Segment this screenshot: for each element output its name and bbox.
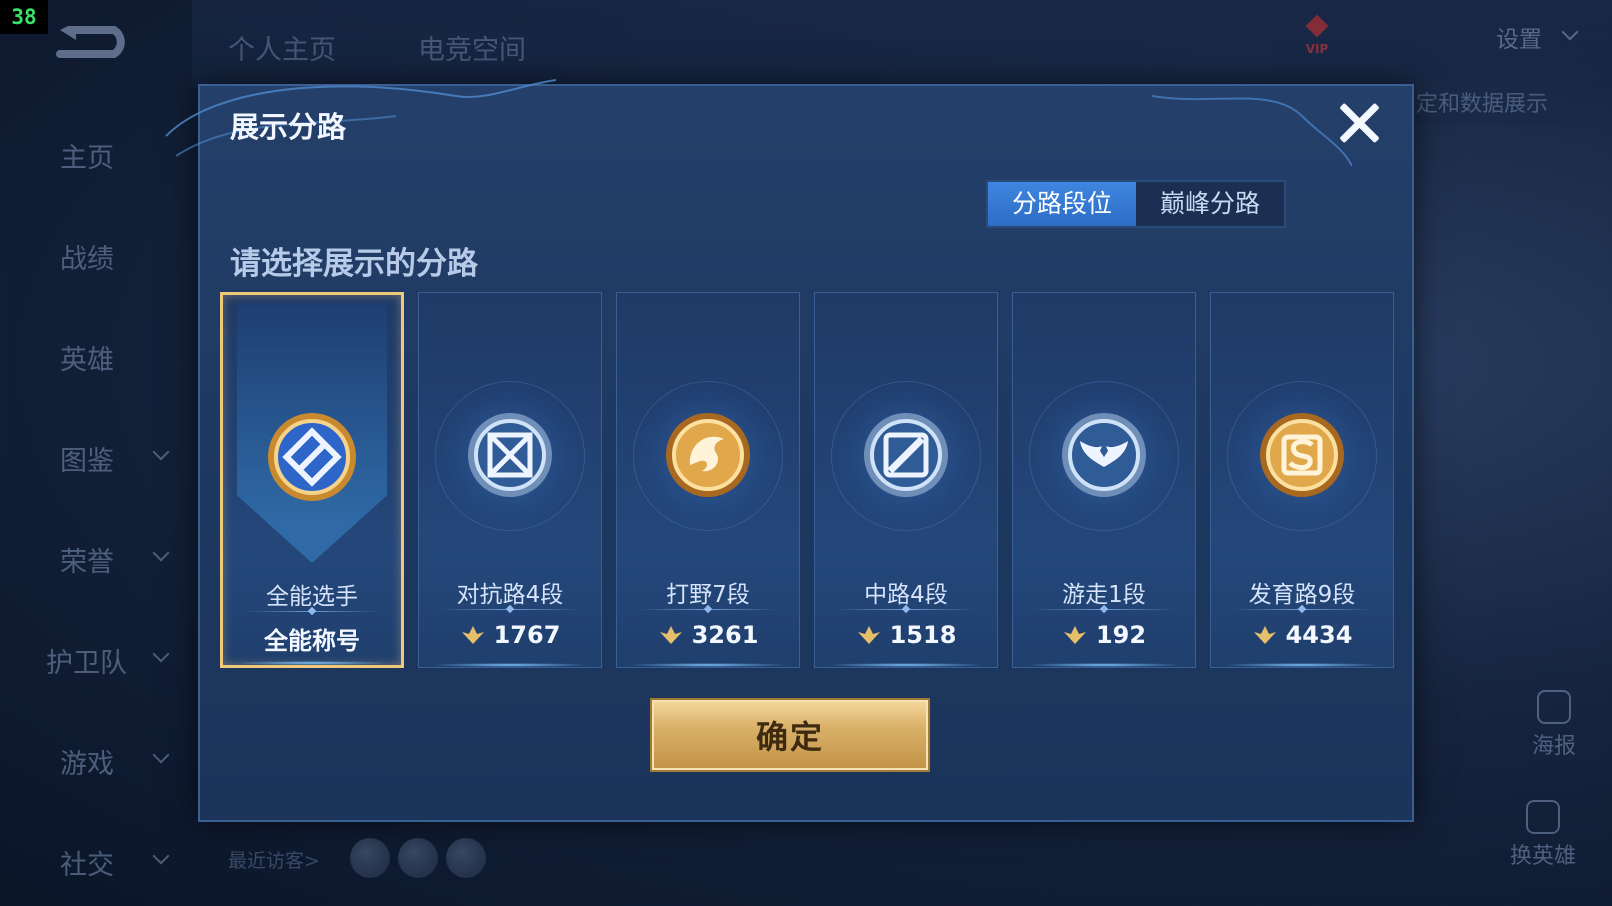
lane-card-list: 全能选手 全能称号 对抗路4段 1767 打野7段 3261 中路4段 1518… (220, 292, 1394, 668)
vip-icon (1305, 14, 1329, 38)
lane-score: 1767 (419, 621, 601, 649)
decorative-swirl (1152, 95, 1352, 167)
poster-icon (1536, 690, 1571, 724)
avatar[interactable] (350, 838, 390, 878)
card-divider (243, 611, 381, 612)
lane-score: 3261 (617, 621, 799, 649)
chevron-down-icon (152, 847, 170, 865)
clash-lane-emblem-icon (468, 413, 552, 497)
roam-emblem-icon (1062, 413, 1146, 497)
change-hero-icon (1525, 800, 1560, 834)
sidebar-item-social[interactable]: 社交 (0, 812, 190, 906)
settings-button[interactable]: 设置 (1496, 20, 1542, 54)
lane-tab-switch: 分路段位 巅峰分路 (986, 180, 1286, 228)
close-icon[interactable] (1336, 100, 1382, 146)
lane-card-all-round[interactable]: 全能选手 全能称号 (220, 292, 404, 668)
jungle-emblem-icon (666, 413, 750, 497)
lane-display-modal: 展示分路 分路段位 巅峰分路 请选择展示的分路 全能选手 全能称号 对抗路4段 … (165, 79, 1414, 822)
peak-points-icon (659, 626, 682, 644)
choose-lane-subtitle: 请选择展示的分路 (230, 246, 478, 282)
lane-score: 1518 (815, 621, 997, 649)
fps-counter: 38 (0, 0, 48, 34)
peak-points-icon (857, 626, 880, 644)
sidebar-item-records[interactable]: 战绩 (0, 206, 190, 307)
lane-card-mid[interactable]: 中路4段 1518 (814, 292, 998, 668)
tab-lane-rank[interactable]: 分路段位 (988, 182, 1136, 226)
sidebar-item-codex[interactable]: 图鉴 (0, 408, 190, 509)
lane-card-roam[interactable]: 游走1段 192 (1012, 292, 1196, 668)
card-divider (835, 609, 977, 610)
chevron-down-icon (152, 645, 170, 663)
modal-title: 展示分路 (230, 110, 347, 144)
tab-peak-lane[interactable]: 巅峰分路 (1136, 182, 1284, 226)
poster-button[interactable]: 海报 (1532, 690, 1576, 760)
lane-card-farm[interactable]: 发育路9段 4434 (1210, 292, 1394, 668)
lane-card-clash[interactable]: 对抗路4段 1767 (418, 292, 602, 668)
mid-lane-emblem-icon (864, 413, 948, 497)
chevron-down-icon (1561, 23, 1579, 41)
all-round-title-label: 全能称号 (264, 627, 360, 655)
lane-card-jungle[interactable]: 打野7段 3261 (616, 292, 800, 668)
card-divider (439, 609, 581, 610)
chevron-down-icon (152, 746, 170, 764)
sidebar-item-honors[interactable]: 荣誉 (0, 509, 190, 610)
card-divider (637, 609, 779, 610)
avatar[interactable] (446, 838, 486, 878)
peak-points-icon (1063, 626, 1086, 644)
farm-lane-emblem-icon (1260, 413, 1344, 497)
peak-points-icon (461, 626, 484, 644)
avatar[interactable] (398, 838, 438, 878)
change-hero-button[interactable]: 换英雄 (1510, 800, 1576, 870)
back-icon[interactable] (52, 26, 132, 68)
chevron-down-icon (152, 443, 170, 461)
tab-personal-home[interactable]: 个人主页 (228, 28, 336, 67)
sidebar-item-home[interactable]: 主页 (0, 105, 190, 206)
card-divider (1033, 609, 1175, 610)
vip-badge[interactable]: VIP (1297, 14, 1337, 56)
peak-points-icon (1253, 626, 1276, 644)
data-show-button[interactable]: 定和数据展示 (1401, 80, 1562, 124)
all-round-emblem-icon (268, 413, 356, 501)
sidebar-item-games[interactable]: 游戏 (0, 711, 190, 812)
decorative-swirl (165, 79, 557, 157)
top-nav: 个人主页 电竞空间 VIP 设置 (192, 0, 1612, 88)
sidebar: 主页 战绩 英雄 图鉴 荣誉 护卫队 游戏 社交 (0, 105, 190, 906)
card-divider (1231, 609, 1373, 610)
lane-score: 192 (1013, 621, 1195, 649)
confirm-button[interactable]: 确定 (652, 700, 928, 770)
sidebar-item-guard[interactable]: 护卫队 (0, 610, 190, 711)
chevron-down-icon (152, 544, 170, 562)
recent-visitors-label[interactable]: 最近访客> (228, 846, 320, 873)
lane-score: 4434 (1211, 621, 1393, 649)
tab-esports-space[interactable]: 电竞空间 (418, 28, 526, 67)
sidebar-item-heroes[interactable]: 英雄 (0, 307, 190, 408)
